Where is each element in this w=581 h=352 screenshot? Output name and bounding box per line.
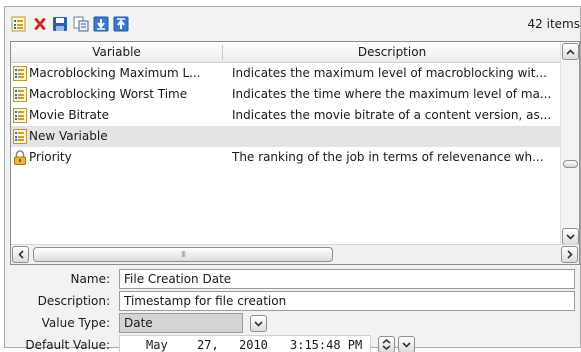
new-variable-button[interactable] xyxy=(11,16,27,32)
horizontal-scrollbar[interactable]: III xyxy=(11,244,579,264)
variable-description: The ranking of the job in terms of relev… xyxy=(232,150,544,164)
list-variable-icon xyxy=(13,66,27,81)
value-type-select[interactable]: Date xyxy=(119,313,243,333)
variable-description: Indicates the movie bitrate of a content… xyxy=(232,108,552,122)
variable-name: Macroblocking Maximum L... xyxy=(29,66,201,80)
date-spinner-button[interactable] xyxy=(378,336,395,352)
date-year[interactable]: 2010 xyxy=(239,336,268,352)
name-field[interactable]: File Creation Date xyxy=(119,269,575,289)
list-variable-icon xyxy=(13,87,27,102)
vertical-scroll-thumb[interactable] xyxy=(563,160,578,168)
chevron-right-icon xyxy=(566,250,573,259)
chevron-left-icon xyxy=(17,250,24,259)
variable-name: Macroblocking Worst Time xyxy=(29,87,188,101)
export-button[interactable] xyxy=(113,16,129,32)
column-header-variable[interactable]: Variable xyxy=(11,42,222,63)
name-label: Name: xyxy=(70,272,110,286)
toolbar: 42 items xyxy=(5,7,580,41)
export-arrow-icon xyxy=(113,16,129,32)
copy-icon xyxy=(73,16,89,32)
chevron-down-icon xyxy=(254,320,263,327)
variable-name: Movie Bitrate xyxy=(29,108,109,122)
column-header-description[interactable]: Description xyxy=(223,42,561,63)
save-button[interactable] xyxy=(52,16,68,32)
table-row[interactable]: Macroblocking Worst Time Indicates the t… xyxy=(11,84,561,105)
variable-add-icon xyxy=(11,16,26,32)
table-row[interactable]: Macroblocking Maximum L... Indicates the… xyxy=(11,63,561,84)
variable-details-form: Name: File Creation Date Description: Ti… xyxy=(5,269,580,352)
scroll-down-button[interactable] xyxy=(562,228,579,245)
table-row[interactable]: Movie Bitrate Indicates the movie bitrat… xyxy=(11,105,561,126)
scroll-up-button[interactable] xyxy=(562,43,579,60)
delete-button[interactable] xyxy=(32,16,48,32)
copy-button[interactable] xyxy=(73,16,89,32)
date-time[interactable]: 3:15:48 PM xyxy=(290,336,362,352)
date-dropdown-button[interactable] xyxy=(398,336,415,352)
floppy-disk-icon xyxy=(53,17,67,31)
variables-table: Variable Description Macroblocking Maxim… xyxy=(10,41,580,265)
red-x-icon xyxy=(34,18,46,30)
variable-description: Indicates the time where the maximum lev… xyxy=(232,87,552,101)
scroll-left-button[interactable] xyxy=(12,246,29,263)
import-button[interactable] xyxy=(93,16,109,32)
variable-name: Priority xyxy=(29,150,72,164)
up-down-spinner-icon xyxy=(382,339,391,350)
description-field[interactable]: Timestamp for file creation xyxy=(119,291,575,311)
table-row-selected[interactable]: New Variable xyxy=(11,126,561,147)
import-arrow-icon xyxy=(93,16,109,32)
value-type-label: Value Type: xyxy=(41,316,110,330)
variable-description: Indicates the maximum level of macrobloc… xyxy=(232,66,547,80)
variable-name: New Variable xyxy=(29,129,108,143)
default-value-date-picker[interactable]: May 27, 2010 3:15:48 PM xyxy=(119,335,371,352)
variables-panel: 42 items Variable Description Macroblock… xyxy=(4,6,581,352)
date-month[interactable]: May xyxy=(146,336,168,352)
description-label: Description: xyxy=(37,294,110,308)
lock-icon xyxy=(14,150,26,165)
horizontal-scroll-thumb[interactable]: III xyxy=(33,247,333,262)
table-header: Variable Description xyxy=(11,42,561,63)
vertical-scrollbar[interactable] xyxy=(560,42,579,246)
value-type-dropdown-button[interactable] xyxy=(250,315,267,332)
chevron-down-icon xyxy=(566,233,575,240)
item-count: 42 items xyxy=(527,17,580,31)
chevron-up-icon xyxy=(566,48,575,55)
default-value-label: Default Value: xyxy=(25,338,110,352)
list-variable-icon xyxy=(13,129,27,144)
table-row[interactable]: Priority The ranking of the job in terms… xyxy=(11,147,561,168)
chevron-down-icon xyxy=(402,341,411,348)
date-day[interactable]: 27, xyxy=(197,336,219,352)
scroll-right-button[interactable] xyxy=(561,246,578,263)
list-variable-icon xyxy=(13,108,27,123)
